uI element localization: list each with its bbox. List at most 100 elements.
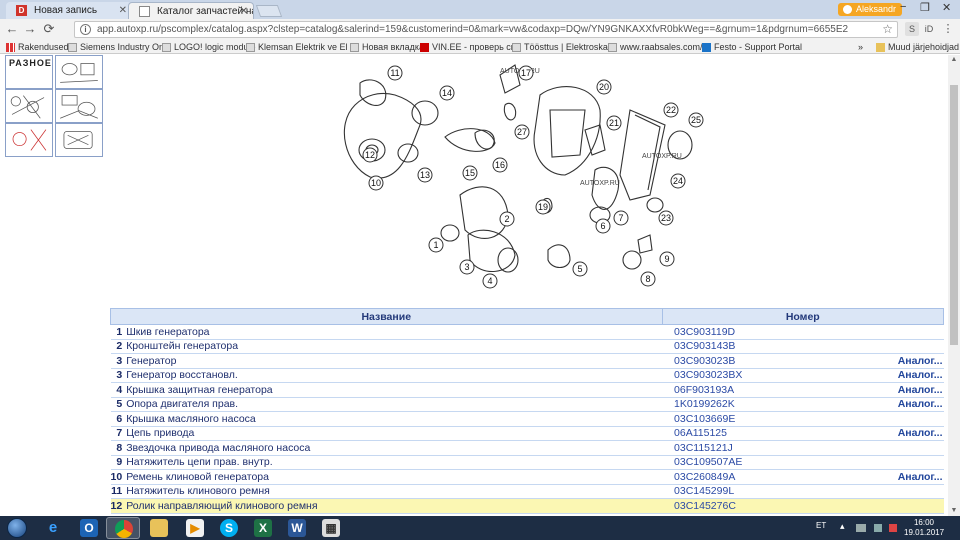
scroll-thumb[interactable] xyxy=(950,85,958,345)
part-code[interactable]: 03C903023BX xyxy=(662,367,892,383)
language-indicator[interactable]: ET xyxy=(816,521,826,530)
page-icon xyxy=(608,43,617,52)
thumb-drawing[interactable] xyxy=(5,123,53,157)
bookmarks-more[interactable]: » xyxy=(858,40,863,54)
new-tab-button[interactable] xyxy=(255,5,283,17)
bookmark-siemens[interactable]: Siemens Industry Onli xyxy=(68,40,168,54)
extension-id-icon[interactable]: iD xyxy=(922,22,936,36)
tray-flag-icon[interactable] xyxy=(889,524,897,532)
page-scrollbar[interactable]: ▲ ▼ xyxy=(948,55,960,516)
tab-parts-catalog[interactable]: Каталог запчастей на Al ✕ xyxy=(128,2,254,19)
tensioner-9-drawing xyxy=(637,234,653,254)
analog-link[interactable] xyxy=(891,440,944,456)
bookmark-festo[interactable]: Festo - Support Portal xyxy=(702,40,802,54)
taskbar-explorer[interactable] xyxy=(142,517,176,539)
analog-link[interactable]: Аналог... xyxy=(891,382,944,398)
taskbar-excel[interactable]: X xyxy=(246,517,280,539)
taskbar-word[interactable]: W xyxy=(280,517,314,539)
table-row[interactable]: 3 Генератор восстановл. 03C903023BX Аналог.… xyxy=(110,367,944,383)
part-code[interactable]: 06A115125 xyxy=(662,425,892,441)
analog-link[interactable]: Аналог... xyxy=(891,367,944,383)
part-code[interactable]: 03C145276C xyxy=(662,498,892,514)
url-text[interactable]: app.autoxp.ru/pscomplex/catalog.aspx?cls… xyxy=(97,24,848,35)
bookmark-star-icon[interactable]: ☆ xyxy=(882,22,893,36)
analog-link[interactable]: Аналог... xyxy=(891,396,944,412)
thumb-drawing[interactable] xyxy=(5,89,53,123)
thumb-misc[interactable]: РАЗНОЕ xyxy=(5,55,53,89)
taskbar-outlook[interactable]: O xyxy=(72,517,106,539)
taskbar-media-player[interactable]: ▶ xyxy=(178,517,212,539)
profile-button[interactable]: Aleksandr xyxy=(838,3,903,16)
analog-link[interactable] xyxy=(891,411,944,427)
tab-new-post[interactable]: D Новая запись ✕ xyxy=(6,2,132,19)
part-code[interactable]: 03C903143B xyxy=(662,338,892,354)
table-row[interactable]: 11 Натяжитель клинового ремня 03C145299L xyxy=(110,483,944,499)
forward-button[interactable]: → xyxy=(22,21,38,37)
part-code[interactable]: 03C903119D xyxy=(662,324,892,340)
tab-close-icon[interactable]: ✕ xyxy=(119,2,127,19)
close-window-button[interactable]: ✕ xyxy=(942,1,951,14)
part-code[interactable]: 06F903193A xyxy=(662,382,892,398)
table-row[interactable]: 10 Ремень клиновой генератора 03C260849A Ан… xyxy=(110,469,944,485)
part-code[interactable]: 03C145299L xyxy=(662,483,892,499)
address-bar[interactable]: i app.autoxp.ru/pscomplex/catalog.aspx?c… xyxy=(74,21,898,38)
bookmark-vin[interactable]: VIN.EE - проверь сво xyxy=(420,40,520,54)
scroll-down-arrow-icon[interactable]: ▼ xyxy=(948,506,960,516)
analog-link[interactable] xyxy=(891,483,944,499)
back-button[interactable]: ← xyxy=(4,21,20,37)
part-code[interactable]: 03C109507AE xyxy=(662,454,892,470)
bookmark-apps[interactable]: Rakendused xyxy=(6,40,69,54)
table-row[interactable]: 8 Звездочка привода масляного насоса 03C11… xyxy=(110,440,944,456)
tray-arrow-icon[interactable]: ▴ xyxy=(840,521,845,532)
part-code[interactable]: 03C103669E xyxy=(662,411,892,427)
analog-link[interactable]: Аналог... xyxy=(891,425,944,441)
thumb-drawing[interactable] xyxy=(55,55,103,89)
chrome-icon xyxy=(115,520,133,538)
table-row[interactable]: 7 Цепь привода 06A115125 Аналог... xyxy=(110,425,944,441)
analog-link[interactable]: Аналог... xyxy=(891,469,944,485)
taskbar-chrome[interactable] xyxy=(106,517,140,539)
part-name: Опора двигателя прав. xyxy=(125,396,663,412)
bookmark-other-folder[interactable]: Muud järjehoidjad xyxy=(876,40,959,54)
table-row[interactable]: 3 Генератор 03C903023B Аналог... xyxy=(110,353,944,369)
part-code[interactable]: 03C260849A xyxy=(662,469,892,485)
table-row[interactable]: 2 Кронштейн генератора 03C903143B xyxy=(110,338,944,354)
table-row[interactable]: 4 Крышка защитная генератора 06F903193A Ана… xyxy=(110,382,944,398)
analog-link[interactable] xyxy=(891,324,944,340)
bookmark-tootus[interactable]: Töösttus | Elektroskan xyxy=(512,40,613,54)
start-button[interactable] xyxy=(2,517,32,539)
analog-link[interactable] xyxy=(891,454,944,470)
table-row[interactable]: 6 Крышка масляного насоса 03C103669E xyxy=(110,411,944,427)
extension-s-icon[interactable]: S xyxy=(905,22,919,36)
table-row[interactable]: 9 Натяжитель цепи прав. внутр. 03C109507AE xyxy=(110,454,944,470)
analog-link[interactable]: Аналог... xyxy=(891,353,944,369)
table-row[interactable]: 12 Ролик направляющий клинового ремня 03C1… xyxy=(110,498,944,514)
analog-link[interactable] xyxy=(891,498,944,514)
tray-network-icon[interactable] xyxy=(856,524,866,532)
bookmark-new-tab[interactable]: Новая вкладка xyxy=(350,40,424,54)
part-code[interactable]: 03C903023B xyxy=(662,353,892,369)
thumb-drawing[interactable] xyxy=(55,89,103,123)
scroll-up-arrow-icon[interactable]: ▲ xyxy=(948,55,960,65)
minimize-button[interactable]: − xyxy=(900,1,906,13)
analog-link[interactable] xyxy=(891,338,944,354)
taskbar-skype[interactable]: S xyxy=(212,517,246,539)
taskbar-internet-explorer[interactable]: e xyxy=(36,517,70,539)
reload-button[interactable]: ⟳ xyxy=(41,21,57,37)
page-icon xyxy=(162,43,171,52)
taskbar-app[interactable]: ▦ xyxy=(314,517,348,539)
bookmark-klemsan[interactable]: Klemsan Elektrik ve El xyxy=(246,40,348,54)
site-info-icon[interactable]: i xyxy=(80,24,91,35)
table-row[interactable]: 1 Шкив генератора 03C903119D xyxy=(110,324,944,340)
taskbar-clock[interactable]: 16:00 19.01.2017 xyxy=(904,518,944,538)
maximize-button[interactable]: ❐ xyxy=(920,1,930,14)
thumb-drawing[interactable] xyxy=(55,123,103,157)
menu-icon[interactable]: ⋮ xyxy=(942,22,954,36)
bookmark-logo[interactable]: LOGO! logic module xyxy=(162,40,256,54)
part-code[interactable]: 03C115121J xyxy=(662,440,892,456)
table-row[interactable]: 5 Опора двигателя прав. 1K0199262K Аналог..… xyxy=(110,396,944,412)
tray-volume-icon[interactable] xyxy=(874,524,882,532)
bookmark-raabsales[interactable]: www.raabsales.com/fi xyxy=(608,40,707,54)
tab-close-icon[interactable]: ✕ xyxy=(240,3,248,19)
part-code[interactable]: 1K0199262K xyxy=(662,396,892,412)
